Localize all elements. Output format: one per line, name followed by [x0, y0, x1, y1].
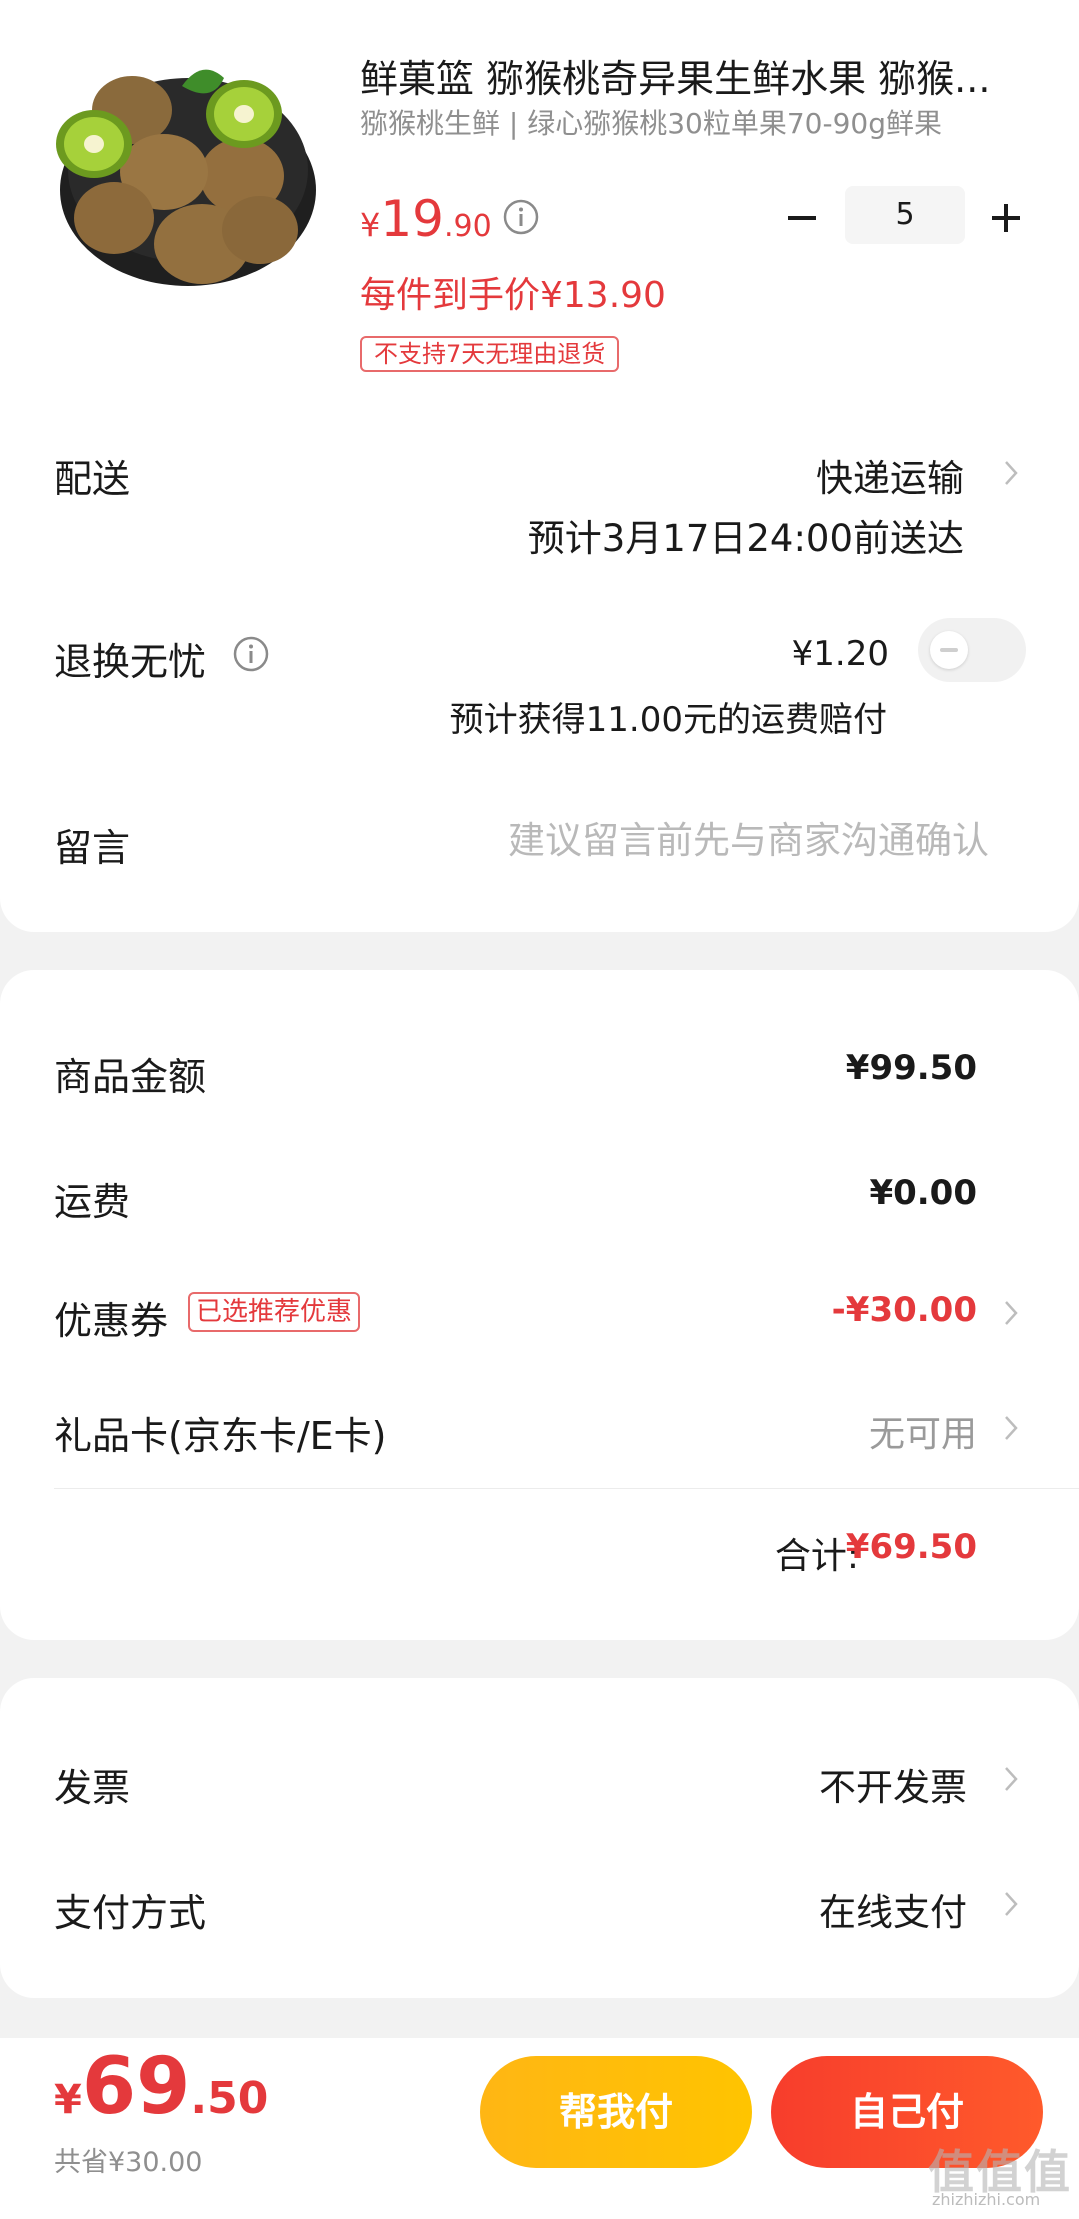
- checkout-total-price: ¥69.50: [54, 2042, 268, 2132]
- toggle-knob: [930, 631, 968, 669]
- chevron-right-icon[interactable]: [1002, 1411, 1020, 1445]
- chevron-right-icon[interactable]: [1002, 1296, 1020, 1330]
- watermark-url: zhizhizhi.com: [932, 2190, 1041, 2209]
- invoice-value[interactable]: 不开发票: [819, 1757, 967, 1811]
- shipping-fee-label: 运费: [54, 1180, 131, 1224]
- payment-method-label: 支付方式: [54, 1891, 207, 1935]
- product-image[interactable]: [52, 58, 324, 292]
- return-policy-tag: 不支持7天无理由退货: [360, 336, 620, 372]
- chevron-right-icon[interactable]: [1002, 1762, 1020, 1796]
- shipping-fee-value: ¥0.00: [869, 1173, 977, 1213]
- price-info-icon[interactable]: [502, 198, 540, 236]
- checkout-price-integer: 69: [81, 2042, 191, 2132]
- return-service-toggle[interactable]: [918, 618, 1026, 682]
- return-service-info-icon[interactable]: [232, 635, 270, 673]
- giftcard-label: 礼品卡(京东卡/E卡): [54, 1414, 387, 1458]
- help-pay-button[interactable]: 帮我付: [480, 2056, 752, 2168]
- product-card: 鲜菓篮 猕猴桃奇异果生鲜水果 猕猴... 猕猴桃生鲜 | 绿心猕猴桃30粒单果7…: [0, 0, 1079, 932]
- chevron-right-icon[interactable]: [1002, 1887, 1020, 1921]
- divider: [54, 1488, 1079, 1489]
- checkout-price-decimal: .50: [190, 2073, 269, 2124]
- coupon-label: 优惠券: [54, 1299, 169, 1343]
- message-input[interactable]: [429, 812, 989, 868]
- invoice-label: 发票: [54, 1766, 131, 1810]
- coupon-value[interactable]: -¥30.00: [832, 1290, 977, 1330]
- subtotal-value: ¥99.50: [845, 1048, 977, 1088]
- giftcard-value[interactable]: 无可用: [869, 1405, 977, 1457]
- final-price: 每件到手价¥13.90: [360, 275, 666, 316]
- delivery-method[interactable]: 快递运输: [816, 448, 964, 502]
- total-value: ¥69.50: [845, 1527, 977, 1567]
- delivery-eta: 预计3月17日24:00前送达: [527, 517, 964, 560]
- invoice-payment-card: [0, 1678, 1079, 1998]
- return-service-price: ¥1.20: [791, 634, 889, 674]
- return-service-description: 预计获得11.00元的运费赔付: [449, 700, 887, 740]
- subtotal-label: 商品金额: [54, 1055, 207, 1099]
- quantity-plus-button[interactable]: [984, 196, 1028, 240]
- message-label: 留言: [54, 826, 131, 870]
- product-title[interactable]: 鲜菓篮 猕猴桃奇异果生鲜水果 猕猴...: [360, 48, 1000, 103]
- payment-method-value[interactable]: 在线支付: [819, 1882, 967, 1936]
- product-price: ¥19.90: [360, 190, 492, 248]
- checkout-price-currency: ¥: [54, 2077, 82, 2123]
- return-service-label: 退换无忧: [54, 640, 207, 684]
- chevron-right-icon[interactable]: [1002, 456, 1020, 490]
- quantity-minus-button[interactable]: [780, 196, 824, 240]
- quantity-input[interactable]: 5: [845, 186, 965, 244]
- price-integer: 19: [380, 190, 444, 248]
- product-subtitle: 猕猴桃生鲜 | 绿心猕猴桃30粒单果70-90g鲜果: [360, 107, 942, 140]
- price-currency: ¥: [360, 206, 381, 244]
- delivery-label: 配送: [54, 457, 131, 501]
- price-decimal: .90: [443, 209, 492, 244]
- savings-text: 共省¥30.00: [54, 2147, 203, 2178]
- coupon-recommended-tag: 已选推荐优惠: [188, 1292, 361, 1332]
